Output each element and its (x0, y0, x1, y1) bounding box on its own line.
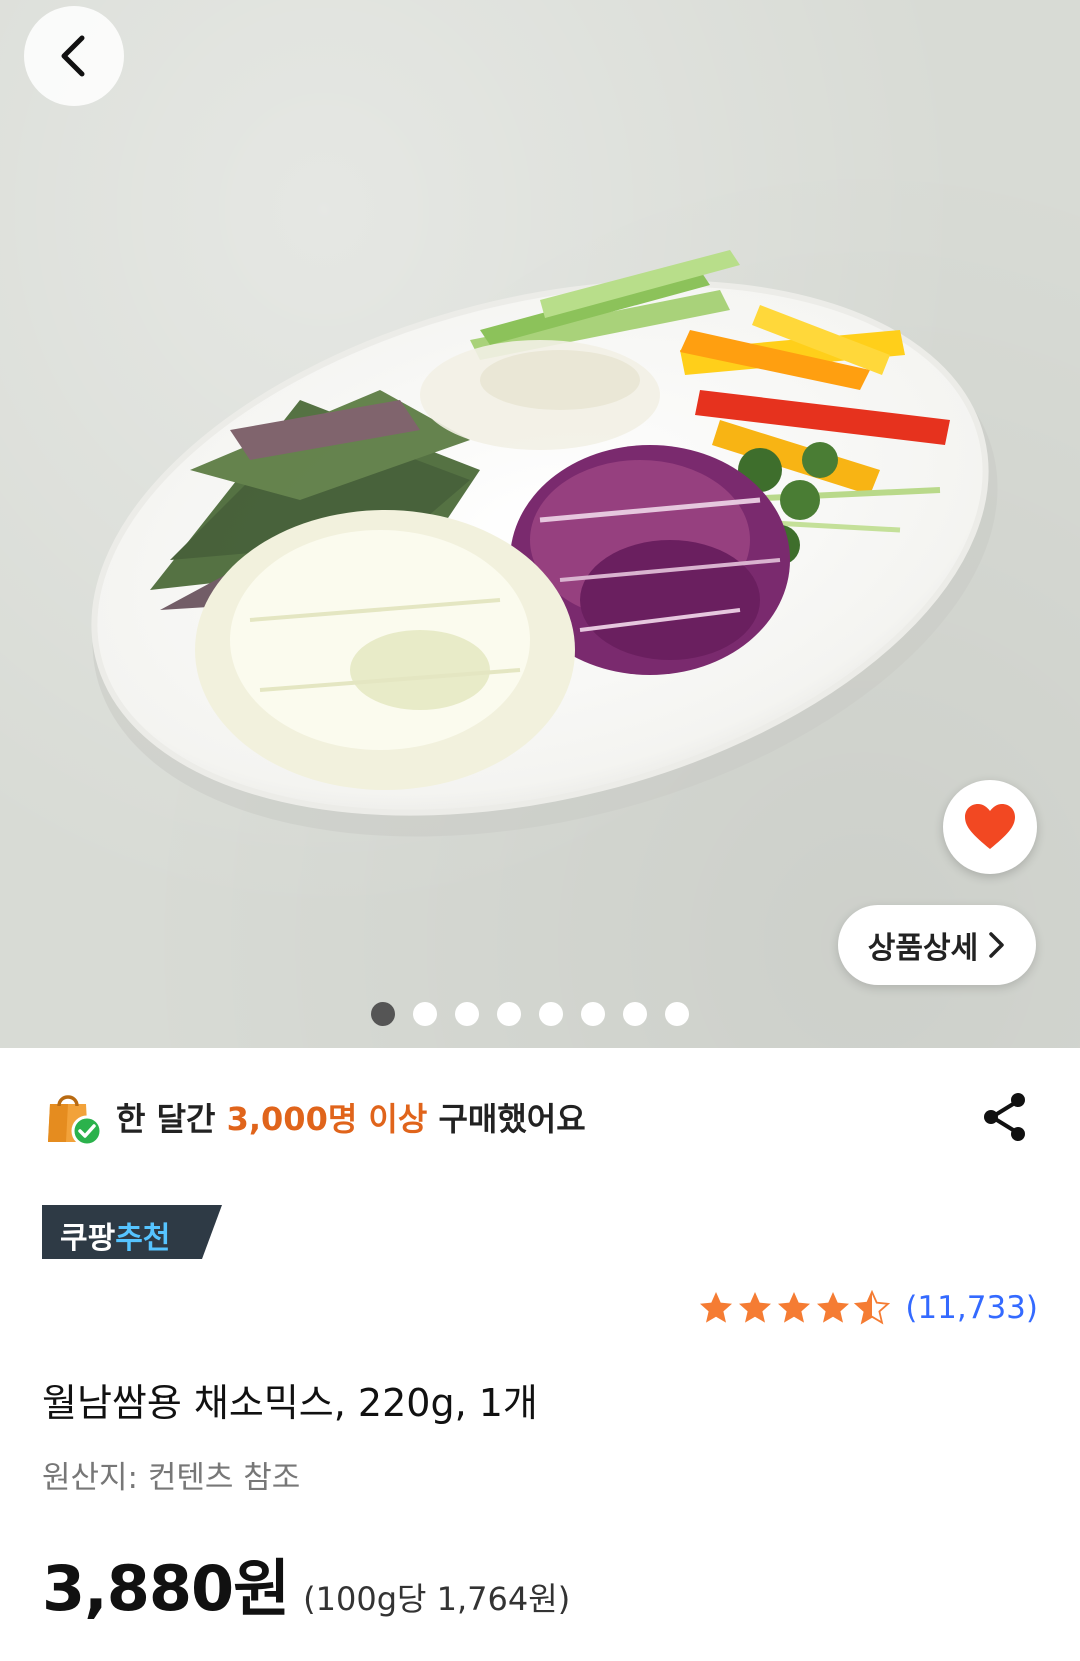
half-star-icon (854, 1290, 891, 1325)
badge-label: 쿠팡추천 (60, 1213, 170, 1257)
product-detail-button[interactable]: 상품상세 (838, 905, 1036, 985)
star-icon (817, 1292, 850, 1323)
carousel-dot[interactable] (455, 1002, 479, 1026)
carousel-dot[interactable] (413, 1002, 437, 1026)
rating[interactable]: (11,733) (698, 1285, 1038, 1331)
product-title: 월남쌈용 채소믹스, 220g, 1개 (42, 1381, 538, 1425)
star-icon (739, 1292, 772, 1323)
onion-slices (420, 340, 660, 450)
unit-price: (100g당 1,764원) (303, 1580, 571, 1618)
purchase-count-suffix: 구매했어요 (427, 1100, 586, 1138)
carousel-dot[interactable] (665, 1002, 689, 1026)
heart-icon (965, 804, 1015, 849)
share-icon[interactable] (978, 1090, 1032, 1144)
review-count[interactable]: (11,733) (905, 1290, 1038, 1326)
carousel-dot[interactable] (539, 1002, 563, 1026)
carousel-dot[interactable] (623, 1002, 647, 1026)
star-icon (778, 1292, 811, 1323)
back-button[interactable] (24, 6, 124, 106)
purchase-count-highlight: 3,000명 이상 (226, 1100, 428, 1138)
back-chevron-icon (61, 35, 85, 77)
coupang-recommend-badge: 쿠팡추천 (42, 1205, 222, 1259)
shopping-bag-check-icon (48, 1095, 103, 1147)
purchase-count-banner: 한 달간 3,000명 이상 구매했어요 (42, 1082, 1042, 1152)
chevron-right-icon (989, 932, 1004, 958)
purchase-count-prefix: 한 달간 (116, 1100, 227, 1138)
purchase-count-text: 한 달간 3,000명 이상 구매했어요 (116, 1094, 586, 1140)
white-cabbage (195, 510, 575, 790)
like-button[interactable] (943, 780, 1037, 874)
product-photo (91, 250, 998, 837)
badge-label-part1: 쿠팡 (60, 1221, 116, 1256)
product-detail-label: 상품상세 (867, 931, 979, 966)
price-row: 3,880원 (100g당 1,764원) (42, 1538, 570, 1628)
carousel-dot[interactable] (371, 1002, 395, 1026)
carousel-dot[interactable] (581, 1002, 605, 1026)
product-price: 3,880원 (42, 1552, 290, 1625)
product-origin: 원산지: 컨텐츠 참조 (42, 1460, 301, 1496)
product-image-carousel[interactable]: 상품상세 (0, 0, 1080, 1048)
carousel-dot[interactable] (497, 1002, 521, 1026)
star-icon (700, 1292, 733, 1323)
badge-label-part2: 추천 (115, 1221, 171, 1256)
carousel-indicator (0, 1002, 1080, 1028)
